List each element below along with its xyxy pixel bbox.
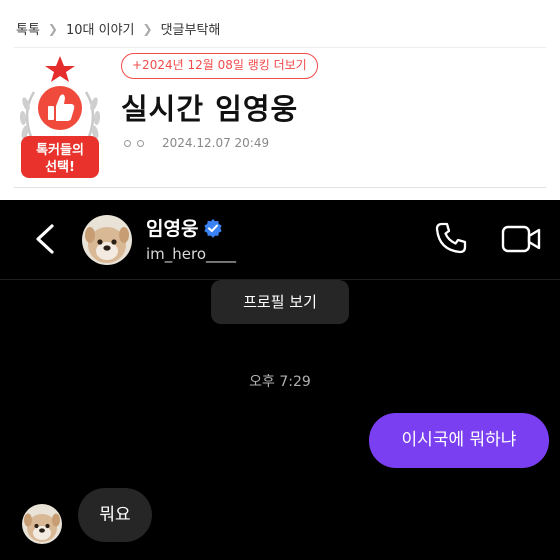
message-timestamp: 오후 7:29: [249, 374, 311, 390]
talkers-choice-badge: 톡커들의 선택!: [19, 56, 101, 178]
contact-handle: im_hero____: [146, 245, 237, 263]
breadcrumb-item-comments[interactable]: 댓글부탁해: [161, 19, 221, 38]
back-arrow-icon[interactable]: [28, 220, 62, 258]
star-icon: [45, 56, 75, 82]
divider: [14, 47, 546, 48]
article-meta: 2024.12.07 20:49: [124, 136, 269, 150]
video-call-icon[interactable]: [500, 222, 542, 256]
avatar[interactable]: [22, 504, 62, 544]
article-datetime: 2024.12.07 20:49: [162, 136, 270, 150]
article-title: 실시간 임영웅: [121, 92, 299, 126]
contact-name: 임영웅: [146, 218, 199, 240]
chat-header: 임영웅 im_hero____: [0, 200, 560, 280]
view-profile-button[interactable]: 프로필 보기: [211, 280, 349, 324]
author-placeholder: [124, 139, 144, 147]
message-bubble-received[interactable]: 뭐요: [78, 488, 152, 542]
message-bubble-sent[interactable]: 이시국에 뭐하냐: [369, 413, 549, 468]
divider: [14, 187, 546, 188]
badge-line1: 톡커들의: [36, 142, 84, 158]
contact-name-row[interactable]: 임영웅: [146, 214, 223, 241]
badge-line2: 선택!: [45, 159, 75, 175]
phone-icon[interactable]: [433, 220, 469, 256]
breadcrumb: 톡톡 ❯ 10대 이야기 ❯ 댓글부탁해: [16, 19, 221, 39]
article-header: 톡톡 ❯ 10대 이야기 ❯ 댓글부탁해 톡커들의 선택! +2024년 12월…: [0, 0, 560, 200]
breadcrumb-item-toktok[interactable]: 톡톡: [16, 19, 40, 38]
chevron-right-icon: ❯: [47, 21, 58, 36]
avatar[interactable]: [82, 215, 132, 265]
verified-icon: [204, 218, 223, 238]
dm-chat-screen: 임영웅 im_hero____ 프로필 보기 오후 7:29 이시국에 뭐하냐: [0, 200, 560, 560]
breadcrumb-item-teens[interactable]: 10대 이야기: [66, 19, 135, 38]
chevron-right-icon: ❯: [142, 21, 153, 36]
ranking-more-link[interactable]: +2024년 12월 08일 랭킹 더보기: [121, 53, 318, 79]
